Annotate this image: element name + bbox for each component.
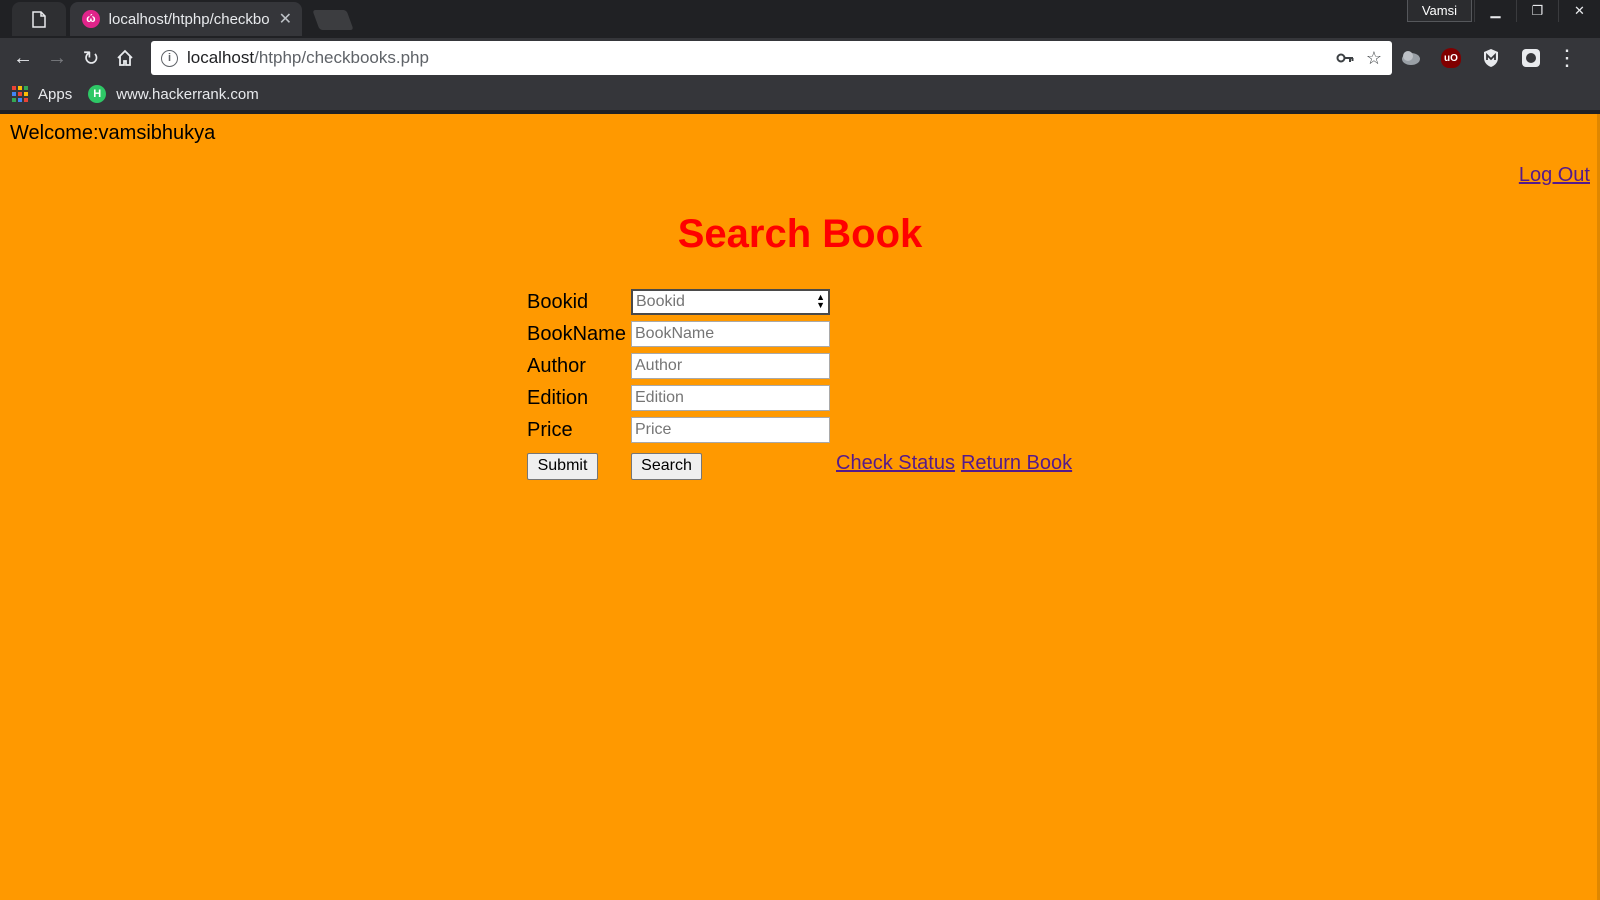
tab-strip: ώ localhost/htphp/checkbo ✕ Vamsi ▁ ❐ ✕ (0, 0, 1600, 38)
cloud-extension-icon[interactable] (1396, 43, 1426, 73)
close-window-icon[interactable]: ✕ (1558, 0, 1600, 22)
author-label: Author (527, 354, 586, 377)
number-spinner-icon[interactable]: ▲ ▼ (816, 293, 825, 310)
tab-blank[interactable] (12, 2, 66, 36)
address-host: localhost (187, 48, 255, 67)
page-content: Welcome:vamsibhukya Log Out Search Book … (0, 114, 1600, 900)
bookmark-hackerrank-label: www.hackerrank.com (116, 85, 259, 103)
action-links: Check Status Return Book (836, 452, 1078, 475)
minimize-icon[interactable]: ▁ (1474, 0, 1516, 22)
bookname-input[interactable] (631, 321, 830, 347)
back-icon[interactable]: ← (6, 41, 40, 75)
forward-icon[interactable]: → (40, 41, 74, 75)
bookmarks-bar: Apps H www.hackerrank.com (0, 78, 1600, 110)
price-input[interactable] (631, 417, 830, 443)
chrome-menu-icon[interactable]: ⋮ (1556, 45, 1578, 71)
ublock-origin-icon[interactable]: uO (1436, 43, 1466, 73)
edition-input[interactable] (631, 385, 830, 411)
page-title: Search Book (677, 212, 923, 256)
extensions-area: uO ⋮ (1396, 43, 1578, 73)
submit-button[interactable]: Submit (527, 452, 598, 480)
site-info-icon[interactable]: i (161, 49, 178, 67)
address-path: /htphp/checkbooks.php (254, 48, 429, 67)
form-row-bookid: Bookid ▲▼ (527, 286, 830, 318)
form-row-bookname: BookName (527, 318, 830, 350)
edition-label: Edition (527, 386, 589, 409)
bookid-wrapper: ▲▼ (631, 289, 830, 315)
bookmark-apps-label: Apps (38, 85, 73, 103)
logout-link[interactable]: Log Out (1519, 164, 1590, 187)
form-buttons: Submit Search (527, 448, 830, 484)
wamp-favicon-icon: ώ (82, 10, 100, 28)
form-row-edition: Edition (527, 382, 830, 414)
ublock-glyph: uO (1441, 48, 1461, 68)
browser-toolbar: ← → ↻ i localhost/htphp/checkbooks.php ☆… (0, 38, 1600, 78)
form-row-price: Price (527, 414, 830, 446)
price-label: Price (527, 418, 573, 441)
octotree-extension-icon[interactable] (1516, 43, 1546, 73)
welcome-text: Welcome:vamsibhukya (10, 122, 216, 144)
search-button[interactable]: Search (631, 452, 702, 480)
key-icon[interactable] (1336, 48, 1354, 69)
check-status-link[interactable]: Check Status (836, 452, 955, 474)
return-book-link[interactable]: Return Book (961, 452, 1072, 474)
home-icon[interactable] (108, 41, 142, 75)
apps-grid-icon (12, 86, 28, 102)
restore-icon[interactable]: ❐ (1516, 0, 1558, 22)
bookmark-hackerrank[interactable]: H www.hackerrank.com (88, 85, 259, 103)
form-row-author: Author (527, 350, 830, 382)
page-icon (32, 10, 46, 28)
bookid-input[interactable] (631, 289, 830, 315)
bookid-label: Bookid (527, 290, 589, 313)
address-bar[interactable]: i localhost/htphp/checkbooks.php ☆ (151, 41, 1392, 75)
tab-title: localhost/htphp/checkbo (108, 10, 270, 28)
tab-checkbooks[interactable]: ώ localhost/htphp/checkbo ✕ (70, 2, 302, 36)
bookname-label: BookName (527, 322, 626, 345)
author-input[interactable] (631, 353, 830, 379)
search-book-form: Bookid ▲▼ BookName Author Edition Price … (527, 286, 830, 484)
reload-icon[interactable]: ↻ (74, 41, 108, 75)
close-tab-icon[interactable]: ✕ (279, 9, 292, 29)
hackerrank-icon: H (88, 85, 107, 103)
window-controls: ▁ ❐ ✕ (1474, 0, 1600, 22)
new-tab-button[interactable] (312, 10, 354, 30)
profile-button[interactable]: Vamsi (1406, 0, 1472, 22)
malwarebytes-shield-icon[interactable] (1476, 43, 1506, 73)
bookmark-apps[interactable]: Apps (12, 86, 72, 103)
bookmark-star-icon[interactable]: ☆ (1366, 48, 1382, 69)
